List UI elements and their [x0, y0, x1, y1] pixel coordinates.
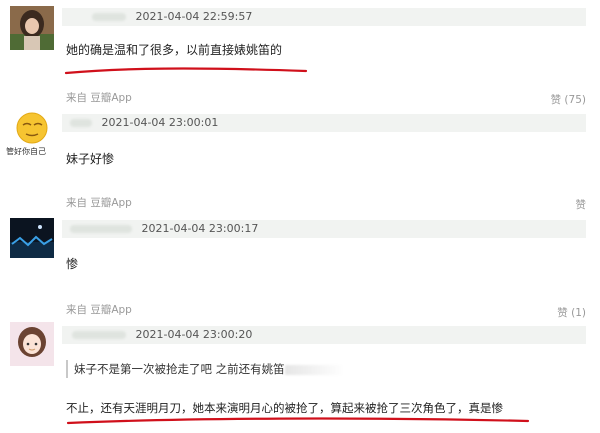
comment-text: 妹子好惨	[66, 152, 115, 166]
comment-header: 2021-04-04 23:00:01	[62, 114, 586, 132]
comment-header: 2021-04-04 23:00:20	[62, 326, 586, 344]
comment-timestamp: 2021-04-04 23:00:17	[141, 222, 259, 235]
username-redacted[interactable]	[70, 225, 132, 233]
quoted-comment-text: 妹子不是第一次被抢走了吧 之前还有姚笛	[74, 362, 285, 376]
red-underline	[66, 417, 530, 425]
quote-redaction	[284, 364, 345, 375]
quoted-comment: 妹子不是第一次被抢走了吧 之前还有姚笛	[66, 360, 345, 378]
avatar[interactable]	[10, 322, 54, 366]
comment-timestamp: 2021-04-04 23:00:20	[135, 328, 253, 341]
avatar-caption: 管好你自己	[6, 147, 46, 156]
comment-header: 2021-04-04 22:59:57	[62, 8, 586, 26]
comment-source: 来自 豆瓣App	[66, 92, 132, 104]
comment-timestamp: 2021-04-04 22:59:57	[135, 10, 253, 23]
avatar[interactable]	[10, 6, 54, 50]
comment-source: 来自 豆瓣App	[66, 197, 132, 209]
comment-text: 她的确是温和了很多，以前直接婊姚笛的	[66, 43, 283, 57]
comment-text: 惨	[66, 257, 79, 271]
avatar[interactable]	[10, 218, 54, 258]
username-redacted[interactable]	[72, 331, 126, 339]
like-button[interactable]: 赞 (1)	[557, 305, 586, 320]
comment-header: 2021-04-04 23:00:17	[62, 220, 586, 238]
username-redacted[interactable]	[70, 119, 92, 127]
username-redacted[interactable]	[92, 13, 126, 21]
like-button[interactable]: 赞	[576, 197, 587, 212]
comment-text: 不止，还有天涯明月刀，她本来演明月心的被抢了，算起来被抢了三次角色了，真是惨	[66, 401, 503, 415]
like-button[interactable]: 赞 (75)	[551, 92, 586, 107]
red-underline	[64, 67, 308, 75]
comment-timestamp: 2021-04-04 23:00:01	[101, 116, 219, 129]
comment-source: 来自 豆瓣App	[66, 304, 132, 316]
